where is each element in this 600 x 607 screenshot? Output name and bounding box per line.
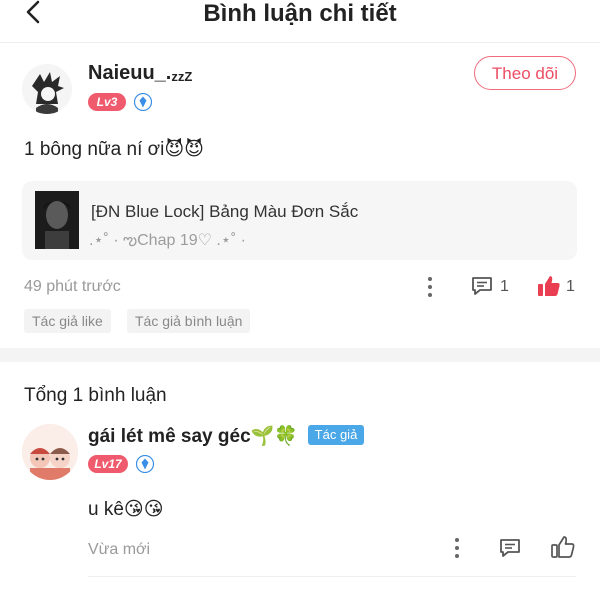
more-options-icon[interactable] <box>424 276 436 298</box>
avatar-illustration <box>22 424 78 480</box>
reply-icon[interactable] <box>470 275 494 297</box>
like-filled-icon[interactable] <box>536 274 562 298</box>
follow-button[interactable]: Theo dõi <box>474 56 576 90</box>
username[interactable]: Naieuu_.zzZ <box>88 62 192 85</box>
comment-time: 49 phút trước <box>24 278 121 295</box>
section-divider <box>0 348 600 362</box>
comment-text: 1 bông nữa ní ơi <box>24 139 165 160</box>
level-badge: Lv17 <box>88 455 128 473</box>
story-title: [ĐN Blue Lock] Bảng Màu Đơn Sắc <box>91 202 359 221</box>
replies-total: Tổng 1 bình luận <box>24 385 167 406</box>
tag-author-like: Tác giả like <box>24 309 111 333</box>
comment-emoji: 😈😈 <box>164 139 204 160</box>
username-zzz: zzZ <box>171 69 193 84</box>
level-badge: Lv3 <box>88 93 126 111</box>
story-thumbnail <box>35 191 79 249</box>
verified-shield-icon <box>134 93 152 111</box>
avatar[interactable] <box>22 64 72 114</box>
avatar-illustration <box>22 64 72 114</box>
reply-emoji: 😘😘 <box>123 499 164 520</box>
verified-shield-icon <box>136 455 154 473</box>
page-title: Bình luận chi tiết <box>203 0 397 27</box>
comment-content: 1 bông nữa ní ơi😈😈 <box>24 138 204 161</box>
avatar[interactable] <box>22 424 78 480</box>
reply-time: Vừa mới <box>88 541 151 558</box>
more-options-icon[interactable] <box>451 537 463 559</box>
reply-text: u kê <box>88 499 124 520</box>
reply-username-emoji: 🌱🍀 <box>250 426 298 447</box>
author-badge: Tác giả <box>308 425 364 445</box>
reply-count: 1 <box>500 278 509 295</box>
story-chapter: .⋆˚ · ఌChap 19♡ .⋆˚ · <box>89 232 246 249</box>
reply-username[interactable]: gái lét mê say géc🌱🍀 <box>88 424 298 448</box>
reply-icon[interactable] <box>498 537 522 559</box>
separator-line <box>88 576 576 577</box>
username-text: Naieuu_. <box>88 62 172 84</box>
reply-content: u kê😘😘 <box>88 498 164 521</box>
reply-username-text: gái lét mê say géc <box>88 426 251 447</box>
tag-author-comment: Tác giả bình luận <box>127 309 251 333</box>
like-count: 1 <box>566 278 575 295</box>
like-outline-icon[interactable] <box>550 535 576 559</box>
